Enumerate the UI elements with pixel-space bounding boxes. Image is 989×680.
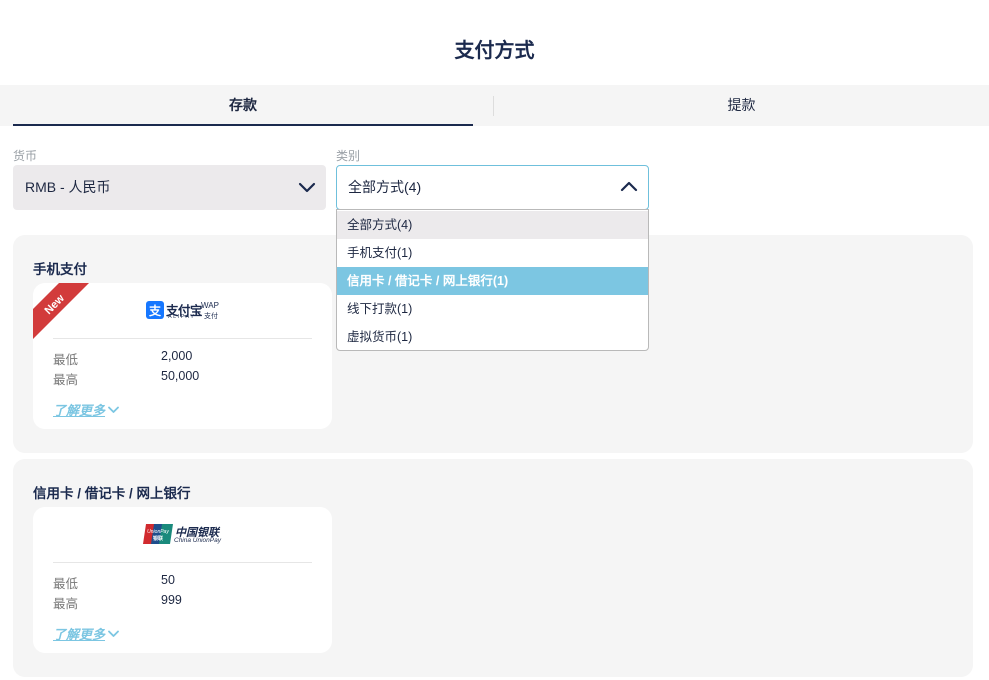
max-label: 最高	[53, 373, 79, 387]
chevron-down-icon	[108, 630, 119, 637]
alipay-logo: 支 支付宝 ALIPAY WAP 支付	[33, 283, 332, 338]
category-label: 类别	[336, 149, 361, 163]
chevron-down-icon	[108, 406, 119, 413]
category-option-crypto[interactable]: 虚拟货币(1)	[337, 323, 648, 351]
min-label: 最低	[53, 353, 79, 367]
group-title: 手机支付	[33, 262, 87, 277]
unionpay-logo-en: China UnionPay	[174, 537, 221, 544]
unionpay-icon: UnionPay 银联	[143, 524, 173, 544]
currency-label: 货币	[13, 149, 38, 163]
category-option-offline[interactable]: 线下打款(1)	[337, 295, 648, 323]
card-divider	[53, 338, 312, 339]
alipay-icon: 支	[146, 301, 164, 319]
alipay-logo-en: ALIPAY	[168, 314, 196, 320]
group-title: 信用卡 / 借记卡 / 网上银行	[33, 486, 191, 501]
category-dropdown: 全部方式(4) 手机支付(1) 信用卡 / 借记卡 / 网上银行(1) 线下打款…	[336, 209, 649, 351]
payment-group-card-bank: 信用卡 / 借记卡 / 网上银行 UnionPay 银联 中国银联 China …	[13, 459, 973, 677]
unionpay-logo: UnionPay 银联 中国银联 China UnionPay	[33, 507, 332, 562]
chevron-up-icon	[620, 181, 638, 192]
category-option-all[interactable]: 全部方式(4)	[337, 211, 648, 239]
payment-card-alipay[interactable]: New 支 支付宝 ALIPAY WAP 支付 最低 2,000 最高 50,0…	[33, 283, 332, 429]
max-label: 最高	[53, 597, 79, 611]
category-value: 全部方式(4)	[348, 179, 422, 195]
tab-deposit[interactable]: 存款	[13, 85, 473, 126]
alipay-wap-tag: WAP	[201, 301, 219, 310]
learn-more-link[interactable]: 了解更多	[53, 624, 119, 643]
max-value: 999	[161, 593, 182, 607]
min-label: 最低	[53, 577, 79, 591]
card-divider	[53, 562, 312, 563]
svg-text:支: 支	[148, 303, 162, 318]
unionpay-box-bottom: 银联	[152, 535, 163, 542]
category-option-mobile[interactable]: 手机支付(1)	[337, 239, 648, 267]
alipay-wap-tag-sub: 支付	[204, 313, 218, 320]
tab-withdraw[interactable]: 提款	[494, 85, 989, 126]
learn-more-link[interactable]: 了解更多	[53, 400, 119, 419]
category-select[interactable]: 全部方式(4)	[336, 165, 649, 210]
chevron-down-icon	[298, 182, 316, 193]
payment-card-unionpay[interactable]: UnionPay 银联 中国银联 China UnionPay 最低 50 最高…	[33, 507, 332, 653]
tab-bar: 存款 提款	[0, 85, 989, 126]
currency-select[interactable]: RMB - 人民币	[13, 165, 326, 210]
learn-more-label: 了解更多	[53, 403, 106, 418]
max-value: 50,000	[161, 369, 200, 383]
category-option-card-bank[interactable]: 信用卡 / 借记卡 / 网上银行(1)	[337, 267, 648, 295]
learn-more-label: 了解更多	[53, 627, 106, 642]
min-value: 2,000	[161, 349, 193, 363]
unionpay-box-top: UnionPay	[147, 529, 169, 535]
page-title: 支付方式	[454, 40, 535, 62]
currency-value: RMB - 人民币	[25, 179, 111, 195]
min-value: 50	[161, 573, 175, 587]
